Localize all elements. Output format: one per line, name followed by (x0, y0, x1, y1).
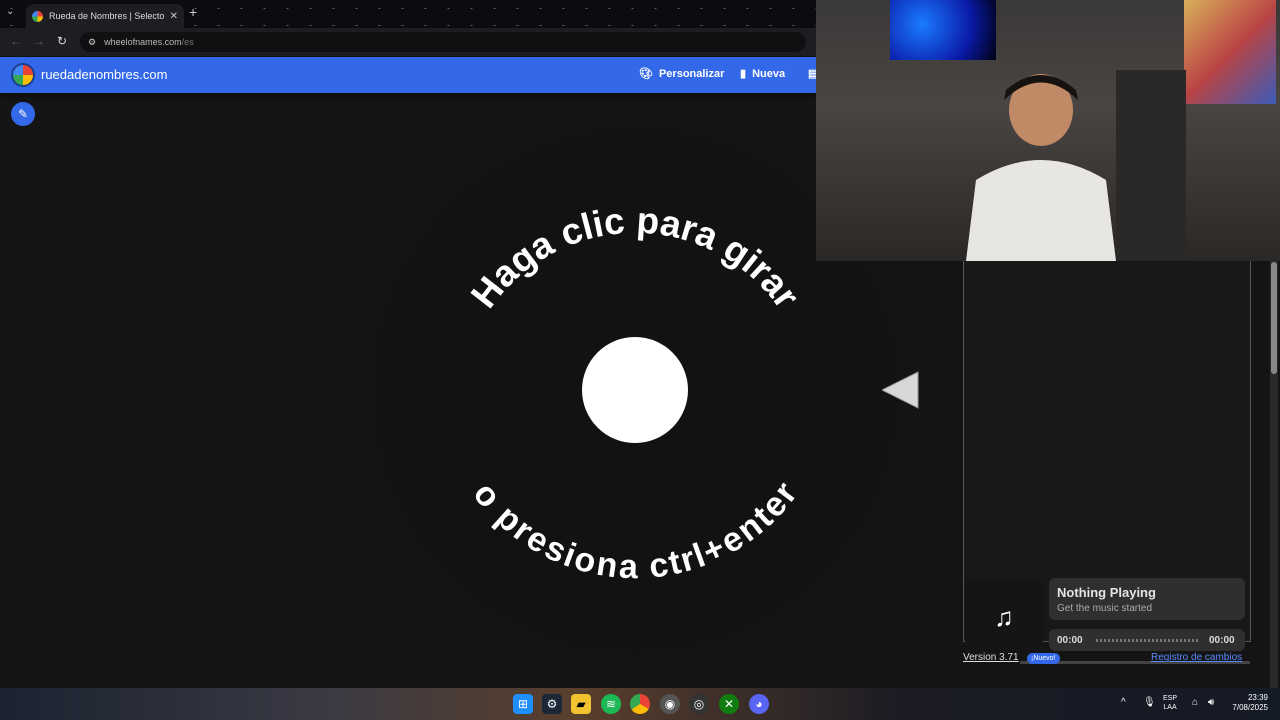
webcam-shelf (1116, 70, 1186, 260)
new-button[interactable]: ▮ Nueva (740, 67, 786, 81)
customize-label: Personalizar (658, 67, 725, 80)
lang-bottom: LAA (1163, 704, 1177, 711)
microphone-icon[interactable]: 🎙︎ (1143, 697, 1156, 708)
spotify-icon[interactable]: ≋ (601, 694, 621, 714)
webcam-overlay (816, 0, 1280, 261)
chrome-icon[interactable] (630, 694, 650, 714)
network-icon[interactable]: ⌂ (1192, 697, 1198, 708)
new-tab-icon[interactable]: + (189, 4, 197, 20)
lang-top: ESP (1163, 695, 1178, 702)
player-time-total: 00:00 (1209, 635, 1235, 646)
url-input[interactable]: ⚙ wheelofnames.com/es (80, 32, 806, 52)
clock-time: 23:39 (1247, 693, 1268, 702)
clock-date: 7/08/2025 (1232, 703, 1268, 712)
xbox-icon[interactable]: ✕ (719, 694, 739, 714)
changelog-link[interactable]: Registro de cambios (1151, 652, 1242, 663)
forward-icon[interactable]: → (33, 34, 45, 48)
new-badge: ¡Nuevo! (1027, 653, 1060, 664)
tab-search-chevron-icon[interactable]: ⌄ (6, 6, 14, 17)
wheel-bottom-text: o presiona ctrl+enter (466, 475, 805, 586)
customize-button[interactable]: 🎨︎ Personalizar (639, 67, 725, 81)
wheel-center-hub[interactable] (582, 337, 688, 443)
tab-title: Rueda de Nombres | Selector... (49, 11, 164, 21)
volume-icon[interactable]: 🔊︎ (1208, 697, 1214, 708)
start-windows-icon[interactable]: ⊞ (513, 694, 533, 714)
tab-close-icon[interactable]: ✕ (170, 11, 178, 22)
now-playing-title: Nothing Playing (1057, 585, 1156, 600)
url-path: /es (181, 37, 194, 47)
browser-tab[interactable]: Rueda de Nombres | Selector... ✕ (26, 4, 184, 28)
new-label: Nueva (752, 67, 786, 80)
clock[interactable]: 23:39 7/08/2025 (1222, 693, 1268, 713)
palette-icon: 🎨︎ (639, 68, 653, 80)
back-icon[interactable]: ← (10, 34, 22, 48)
steam-icon[interactable]: ⚙ (542, 694, 562, 714)
site-logo-icon[interactable] (11, 63, 35, 87)
version-link[interactable]: Version 3.71 (963, 652, 1019, 663)
chrome-active-icon[interactable]: ◉ (660, 694, 680, 714)
url-domain: wheelofnames.com (104, 37, 182, 47)
webcam-lava-screen (890, 0, 996, 60)
reload-icon[interactable]: ↻ (57, 34, 67, 48)
file-icon: ▮ (740, 68, 747, 80)
player-time-current: 00:00 (1057, 635, 1083, 646)
edit-pencil-icon[interactable]: ✎ (11, 102, 35, 126)
webcam-poster (1184, 0, 1276, 104)
tray-chevron-icon[interactable]: ^ (1121, 697, 1126, 708)
tab-favicon-icon (32, 10, 43, 22)
webcam-person (966, 74, 1116, 261)
keyboard-language[interactable]: ESP LAA (1163, 694, 1177, 712)
github-icon[interactable]: ◎ (689, 694, 709, 714)
player-progress-bar[interactable] (1096, 639, 1200, 642)
site-info-icon[interactable]: ⚙ (88, 37, 96, 48)
scrollbar-thumb[interactable] (1271, 262, 1277, 374)
site-name[interactable]: ruedadenombres.com (41, 67, 167, 82)
discord-icon[interactable]: ◕ (749, 694, 769, 714)
file-explorer-icon[interactable]: ▰ (571, 694, 591, 714)
music-note-icon: ♫ (965, 578, 1043, 656)
now-playing-subtitle: Get the music started (1057, 603, 1153, 614)
wheel-top-text: Haga clic para girar (463, 200, 807, 316)
wheel-pointer-icon (882, 371, 919, 409)
